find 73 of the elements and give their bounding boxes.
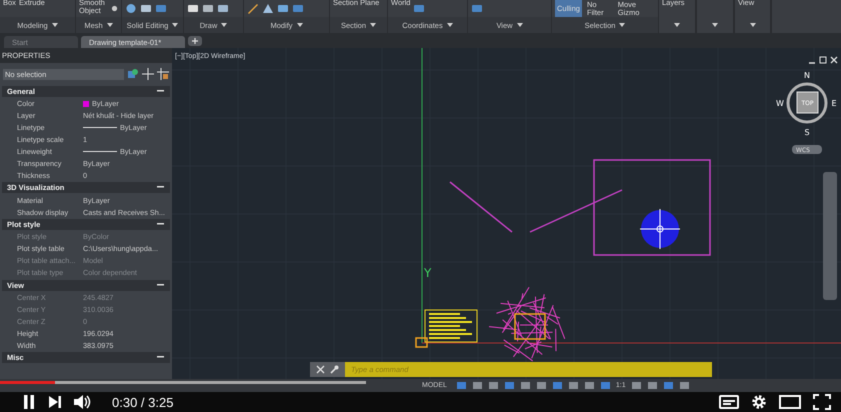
caret-icon[interactable] bbox=[674, 23, 680, 27]
status-toggle-icon[interactable] bbox=[662, 381, 674, 390]
status-toggle-icon[interactable] bbox=[678, 381, 690, 390]
line-sample bbox=[83, 127, 117, 128]
crosshair-icon[interactable] bbox=[142, 68, 154, 80]
status-toggle-icon[interactable] bbox=[504, 381, 515, 390]
caret-icon[interactable] bbox=[52, 23, 58, 27]
tool-icon[interactable] bbox=[110, 3, 118, 14]
tool-icon[interactable] bbox=[217, 3, 229, 14]
caret-icon[interactable] bbox=[516, 23, 523, 27]
collapse-icon[interactable] bbox=[157, 223, 164, 226]
tool-icon[interactable] bbox=[277, 3, 289, 14]
collapse-icon[interactable] bbox=[157, 284, 164, 287]
status-toggle-icon[interactable] bbox=[488, 381, 499, 390]
volume-icon[interactable] bbox=[74, 395, 92, 409]
settings-icon[interactable] bbox=[751, 394, 767, 410]
viewcube-ring[interactable] bbox=[786, 82, 828, 124]
tool-icon[interactable] bbox=[125, 3, 137, 14]
tool-icon[interactable] bbox=[202, 3, 214, 14]
caret-icon[interactable] bbox=[750, 23, 756, 27]
text-block-drawing[interactable] bbox=[424, 310, 478, 342]
axis-label: Y bbox=[424, 266, 432, 280]
rectangle-shape[interactable] bbox=[593, 159, 711, 256]
compass-letter: S bbox=[804, 128, 810, 137]
command-toolbar[interactable] bbox=[310, 362, 345, 377]
window-controls-icon[interactable] bbox=[809, 56, 838, 64]
caret-icon[interactable] bbox=[370, 23, 376, 27]
line-segment[interactable] bbox=[530, 189, 622, 233]
wrench-icon[interactable] bbox=[330, 365, 339, 374]
tool-icon[interactable] bbox=[140, 3, 152, 14]
line-sample bbox=[83, 151, 117, 152]
select-objects-icon[interactable] bbox=[157, 68, 169, 80]
collapse-icon[interactable] bbox=[157, 186, 164, 190]
theater-mode-icon[interactable] bbox=[779, 395, 801, 409]
collapse-icon[interactable] bbox=[157, 356, 164, 360]
status-toggle-icon[interactable] bbox=[630, 381, 642, 390]
compass-letter: W bbox=[776, 99, 784, 108]
grip-marker[interactable] bbox=[415, 337, 428, 348]
caret-icon[interactable] bbox=[712, 23, 718, 27]
compass-letter: N bbox=[804, 71, 810, 80]
status-toggle-icon[interactable] bbox=[552, 381, 563, 390]
caret-icon[interactable] bbox=[221, 23, 228, 27]
status-toggle-icon[interactable] bbox=[520, 381, 531, 390]
hatch-burst-drawing[interactable] bbox=[488, 286, 566, 362]
line-segment[interactable] bbox=[450, 181, 512, 233]
pencil-icon[interactable] bbox=[247, 3, 259, 14]
compass-letter: E bbox=[831, 99, 837, 108]
subtitles-icon[interactable] bbox=[719, 395, 739, 409]
video-progress-track[interactable] bbox=[0, 381, 366, 384]
quick-select-icon[interactable] bbox=[127, 68, 139, 80]
skip-next-icon[interactable] bbox=[48, 395, 62, 409]
caret-icon[interactable] bbox=[296, 23, 303, 27]
ucs-menu[interactable] bbox=[792, 145, 822, 154]
status-toggle-icon[interactable] bbox=[456, 381, 467, 390]
circle-shape[interactable] bbox=[640, 208, 680, 250]
new-tab-icon[interactable] bbox=[188, 36, 202, 46]
status-toggle-icon[interactable] bbox=[536, 381, 547, 390]
status-toggle-icon[interactable] bbox=[584, 381, 595, 390]
status-toggle-icon[interactable] bbox=[646, 381, 658, 390]
status-toggle-icon[interactable] bbox=[600, 381, 611, 390]
collapse-icon[interactable] bbox=[157, 90, 164, 93]
caret-icon[interactable] bbox=[106, 23, 113, 27]
tool-icon[interactable] bbox=[262, 3, 274, 14]
tool-icon[interactable] bbox=[187, 3, 199, 14]
caret-icon[interactable] bbox=[446, 23, 453, 27]
fullscreen-icon[interactable] bbox=[813, 394, 831, 410]
status-toggle-icon[interactable] bbox=[472, 381, 483, 390]
caret-icon[interactable] bbox=[172, 23, 178, 27]
caret-icon[interactable] bbox=[619, 23, 626, 27]
video-time: 0:30 / 3:25 bbox=[112, 394, 174, 410]
status-toggle-icon[interactable] bbox=[568, 381, 579, 390]
pause-icon[interactable] bbox=[22, 395, 36, 409]
close-icon[interactable] bbox=[316, 365, 325, 374]
